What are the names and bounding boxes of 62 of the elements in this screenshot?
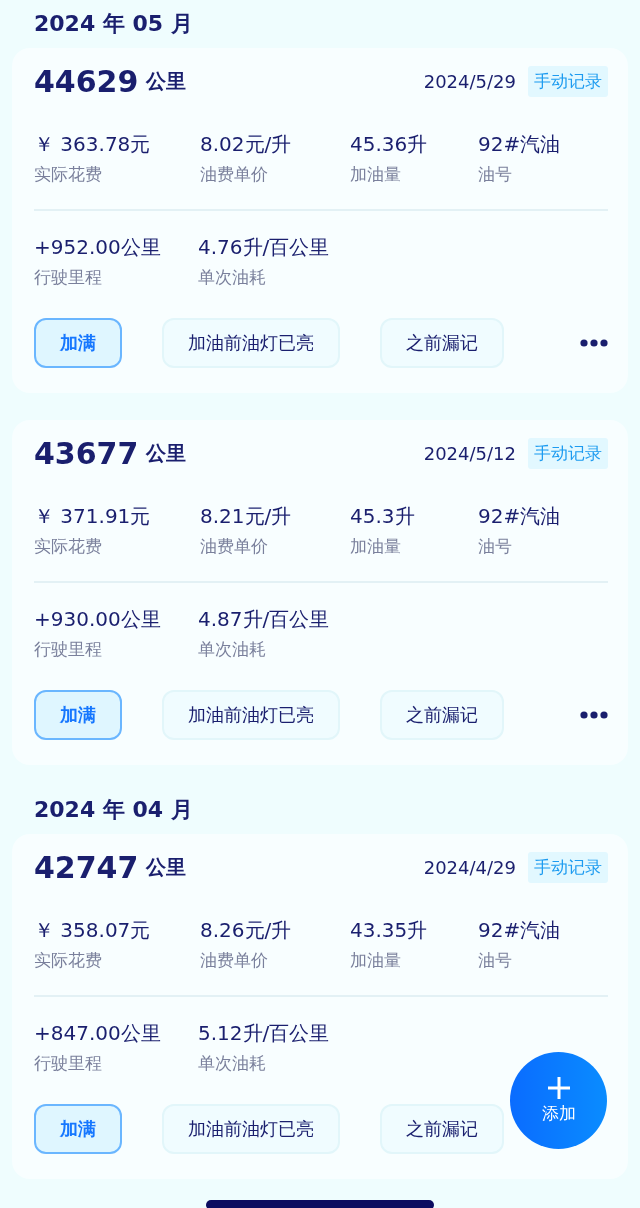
stat-label: 油费单价 xyxy=(200,535,269,558)
tag-chip[interactable]: 之前漏记 xyxy=(380,1104,504,1154)
record-date: 2024/4/29 xyxy=(423,856,516,878)
stat-label: 实际花费 xyxy=(34,163,103,186)
tag-chip[interactable]: 之前漏记 xyxy=(380,690,504,740)
stat-label: 加油量 xyxy=(350,535,402,558)
month-heading: 2024 年 04 月 xyxy=(33,796,194,824)
stat-label: 油号 xyxy=(478,949,513,972)
stat-label: 油费单价 xyxy=(200,163,269,186)
stat-label: 行驶里程 xyxy=(34,266,103,289)
stat-value: 43.35升 xyxy=(350,917,429,944)
stat-value: 4.87升/百公里 xyxy=(198,606,331,633)
stat-value: 5.12升/百公里 xyxy=(198,1020,331,1047)
stat-value: 45.36升 xyxy=(350,131,429,158)
odometer-reading: 43677 xyxy=(34,435,139,471)
record-source-tag: 手动记录 xyxy=(528,437,608,469)
stat-label: 加油量 xyxy=(350,949,402,972)
stat-value: +930.00公里 xyxy=(34,606,162,633)
odometer-reading: 44629 xyxy=(34,63,139,99)
stat-label: 行驶里程 xyxy=(34,638,103,661)
stat-value: 8.21元/升 xyxy=(200,503,293,530)
stat-value: 8.26元/升 xyxy=(200,917,293,944)
record-source-tag: 手动记录 xyxy=(528,65,608,97)
stat-value: 92#汽油 xyxy=(478,131,562,158)
stat-label: 实际花费 xyxy=(34,535,103,558)
stat-value: +847.00公里 xyxy=(34,1020,162,1047)
stat-value: ￥ 358.07元 xyxy=(34,917,152,944)
stat-value: 8.02元/升 xyxy=(200,131,293,158)
tag-chip[interactable]: 加满 xyxy=(34,1104,122,1154)
tag-chip[interactable]: 加满 xyxy=(34,318,122,368)
stat-value: 4.76升/百公里 xyxy=(198,234,331,261)
stat-label: 实际花费 xyxy=(34,949,103,972)
stat-label: 加油量 xyxy=(350,163,402,186)
stat-value: 45.3升 xyxy=(350,503,416,530)
tag-chip[interactable]: 加油前油灯已亮 xyxy=(162,690,340,740)
record-date: 2024/5/29 xyxy=(423,70,516,92)
stat-value: ￥ 363.78元 xyxy=(34,131,152,158)
stat-label: 油费单价 xyxy=(200,949,269,972)
tag-chip[interactable]: 之前漏记 xyxy=(380,318,504,368)
stat-label: 单次油耗 xyxy=(198,266,267,289)
odometer-unit: 公里 xyxy=(146,853,188,881)
odometer-unit: 公里 xyxy=(146,67,188,95)
stat-label: 单次油耗 xyxy=(198,1052,267,1075)
stat-label: 油号 xyxy=(478,535,513,558)
stat-label: 行驶里程 xyxy=(34,1052,103,1075)
stat-value: +952.00公里 xyxy=(34,234,162,261)
plus-icon xyxy=(546,1076,571,1100)
tag-chip[interactable]: 加满 xyxy=(34,690,122,740)
more-icon[interactable] xyxy=(580,339,608,347)
odometer-reading: 42747 xyxy=(34,849,139,885)
stat-value: ￥ 371.91元 xyxy=(34,503,152,530)
tag-chip[interactable]: 加油前油灯已亮 xyxy=(162,1104,340,1154)
record-source-tag: 手动记录 xyxy=(528,851,608,883)
stat-value: 92#汽油 xyxy=(478,503,562,530)
tag-chip[interactable]: 加油前油灯已亮 xyxy=(162,318,340,368)
record-date: 2024/5/12 xyxy=(423,442,516,464)
stat-value: 92#汽油 xyxy=(478,917,562,944)
more-icon[interactable] xyxy=(580,711,608,719)
month-heading: 2024 年 05 月 xyxy=(33,10,194,38)
stat-label: 单次油耗 xyxy=(198,638,267,661)
stat-label: 油号 xyxy=(478,163,513,186)
odometer-unit: 公里 xyxy=(146,439,188,467)
